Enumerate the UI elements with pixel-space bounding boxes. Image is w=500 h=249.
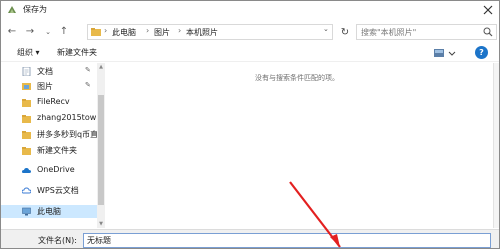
scroll-thumb[interactable] [98, 95, 104, 205]
up-arrow-icon[interactable]: ↑ [57, 25, 71, 39]
app-icon [8, 6, 16, 13]
nav-item-this-pc[interactable]: 此电脑 [1, 205, 97, 218]
nav-item-label: 拼多多秒到q币直 [37, 130, 97, 139]
breadcrumb-this-pc[interactable]: 此电脑 [112, 27, 136, 38]
filename-value: 无标题 [87, 236, 111, 245]
pictures-folder-icon [22, 83, 31, 90]
nav-item-label: WPS云文档 [37, 186, 79, 195]
folder-icon [22, 131, 31, 139]
nav-item-wps-cloud[interactable]: WPS云文档 [1, 184, 97, 197]
pin-icon[interactable]: ✎ [85, 81, 91, 89]
nav-scrollbar[interactable]: ▲ ▼ [97, 63, 105, 228]
filename-input[interactable]: 无标题 [83, 233, 491, 248]
search-placeholder: 搜索"本机照片" [361, 28, 417, 37]
onedrive-cloud-icon [22, 168, 31, 173]
nav-item-label: OneDrive [37, 165, 75, 174]
breadcrumb-pictures[interactable]: 图片 [154, 27, 170, 38]
nav-item-zhang2015[interactable]: zhang2015towi [1, 112, 97, 125]
pin-icon[interactable]: ✎ [85, 66, 91, 74]
nav-item-pictures[interactable]: 图片 ✎ [1, 80, 97, 93]
window-title: 保存为 [23, 5, 47, 14]
nav-item-label: FileRecv [37, 97, 70, 106]
save-as-dialog: 保存为 ← → ⌄ ↑ › 此电脑 › 图片 › 本机照片 ⌄ ↻ 搜索"本机照… [0, 0, 500, 249]
refresh-icon[interactable]: ↻ [337, 25, 353, 40]
close-button[interactable] [481, 3, 495, 17]
nav-item-documents[interactable]: 文档 ✎ [1, 65, 97, 78]
nav-item-pinduoduo[interactable]: 拼多多秒到q币直 [1, 128, 97, 141]
title-bar: 保存为 [1, 1, 499, 19]
nav-item-new-folder[interactable]: 新建文件夹 [1, 144, 97, 157]
address-row: ← → ⌄ ↑ › 此电脑 › 图片 › 本机照片 ⌄ ↻ 搜索"本机照片" [1, 21, 499, 43]
recent-locations-chevron-icon[interactable]: ⌄ [41, 25, 55, 39]
this-pc-icon [22, 207, 31, 216]
nav-item-label: 新建文件夹 [37, 146, 77, 155]
navigation-pane: 文档 ✎ 图片 ✎ FileRecv zhang2015towi 拼多多秒到q币… [1, 63, 105, 228]
folder-icon [91, 28, 101, 36]
filename-row: 文件名(N): 无标题 [1, 229, 499, 248]
wps-cloud-icon [22, 187, 31, 194]
breadcrumb-separator: › [146, 26, 150, 35]
back-arrow-icon[interactable]: ← [5, 25, 19, 39]
nav-item-onedrive[interactable]: OneDrive [1, 164, 97, 177]
command-toolbar: 组织 ▾ 新建文件夹 ? [1, 44, 499, 62]
file-list-pane[interactable]: 没有与搜索条件匹配的项。 [107, 63, 493, 228]
address-bar[interactable]: › 此电脑 › 图片 › 本机照片 [87, 24, 333, 40]
help-button[interactable]: ? [475, 46, 488, 59]
nav-item-label: 此电脑 [37, 207, 61, 216]
document-folder-icon [22, 67, 31, 76]
scroll-up-arrow-icon[interactable]: ▲ [97, 63, 105, 71]
organize-button[interactable]: 组织 ▾ [17, 47, 40, 58]
nav-item-filerecv[interactable]: FileRecv [1, 96, 97, 109]
breadcrumb-local-photos[interactable]: 本机照片 [186, 27, 218, 38]
new-folder-button[interactable]: 新建文件夹 [57, 47, 97, 58]
search-icon[interactable] [483, 27, 493, 37]
address-dropdown-icon[interactable]: ⌄ [323, 25, 329, 33]
forward-arrow-icon[interactable]: → [23, 25, 37, 39]
background-window-edge [493, 63, 499, 228]
scroll-down-arrow-icon[interactable]: ▼ [97, 220, 105, 228]
breadcrumb-separator: › [104, 26, 108, 35]
empty-results-message: 没有与搜索条件匹配的项。 [255, 74, 339, 82]
nav-item-label: zhang2015towi [37, 113, 97, 122]
view-options-icon[interactable] [433, 47, 457, 59]
search-input[interactable]: 搜索"本机照片" [356, 24, 497, 40]
folder-icon [22, 99, 31, 107]
filename-label: 文件名(N): [38, 236, 77, 245]
folder-icon [22, 115, 31, 123]
folder-icon [22, 147, 31, 155]
breadcrumb-separator: › [178, 26, 182, 35]
